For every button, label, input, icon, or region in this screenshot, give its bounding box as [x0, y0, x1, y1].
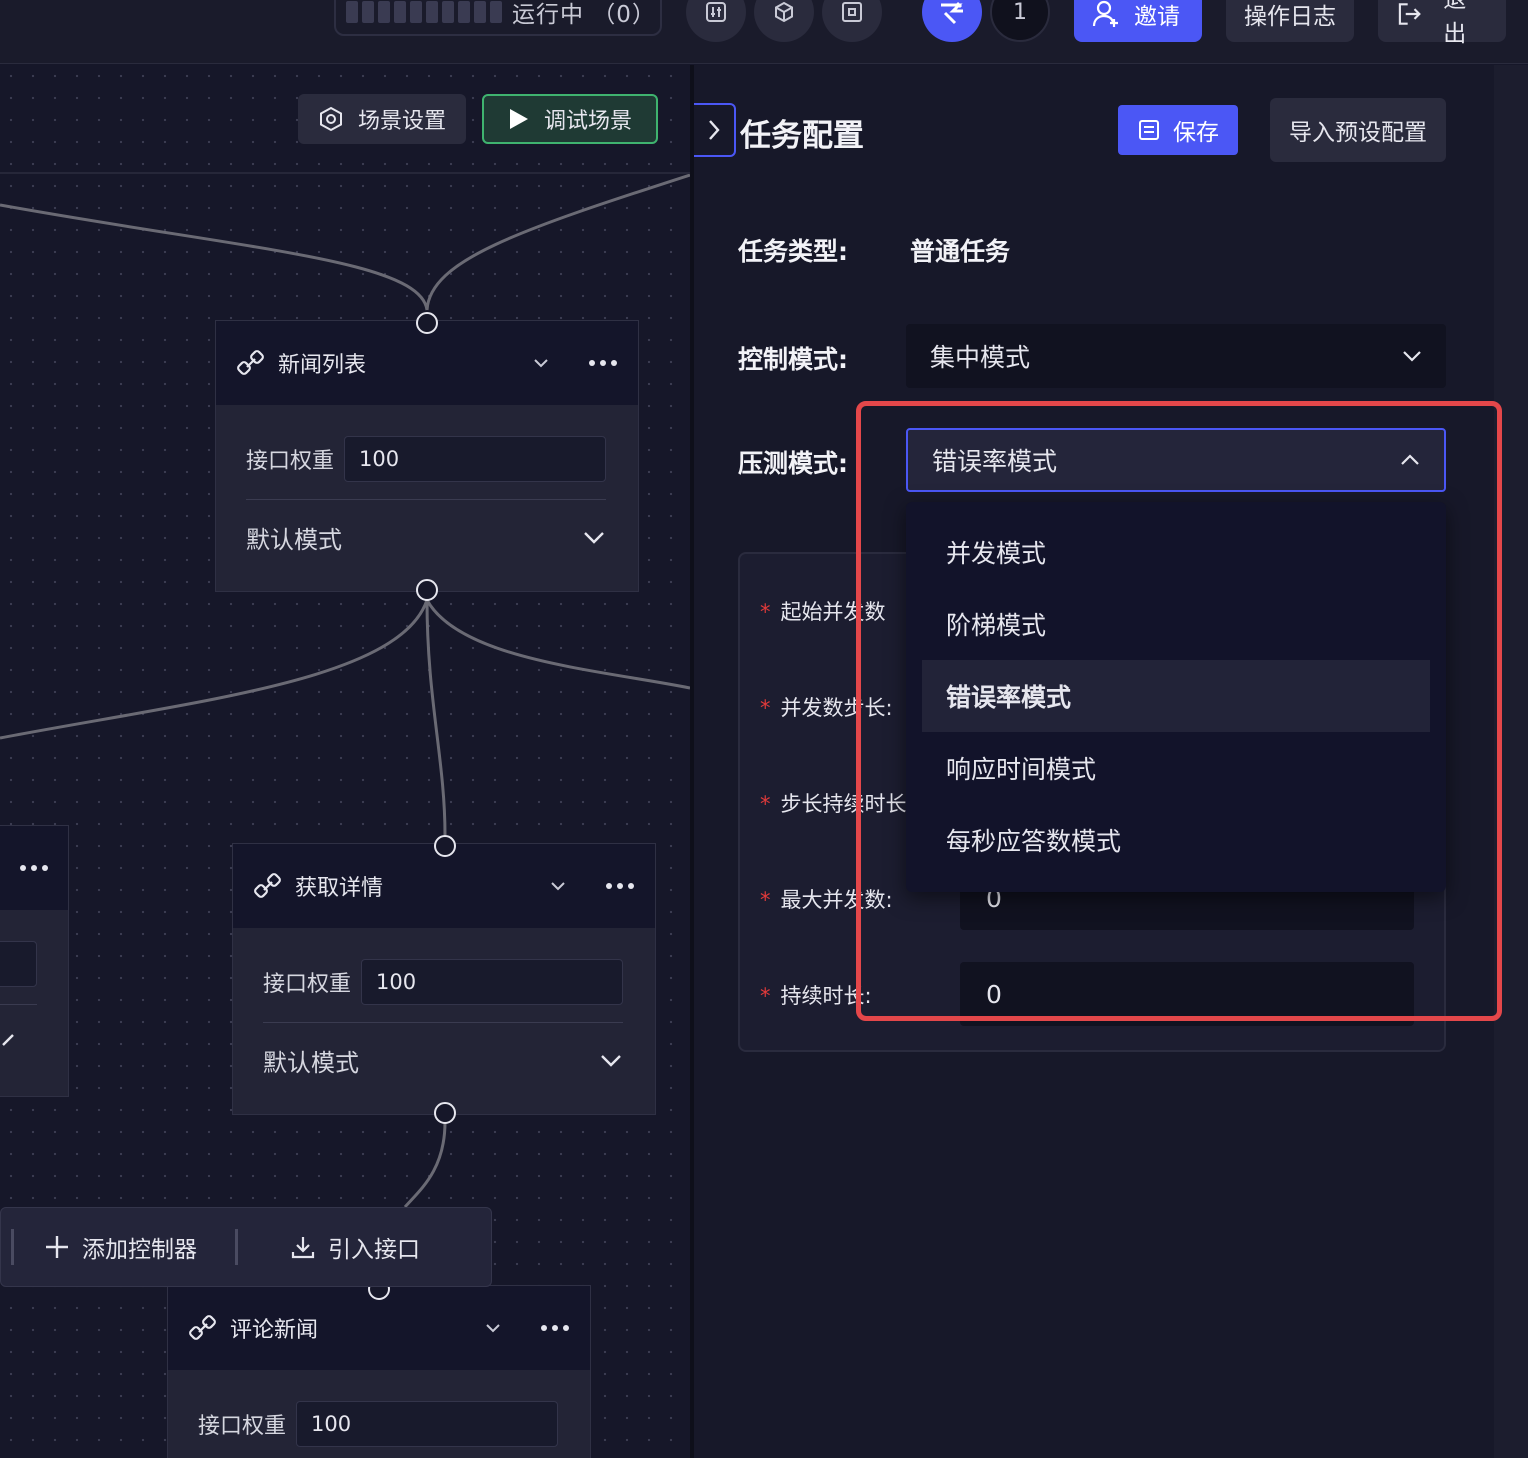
debug-scene-button[interactable]: 调试场景	[482, 94, 658, 144]
import-preset-button[interactable]: 导入预设配置	[1270, 98, 1446, 162]
node-input-port[interactable]	[416, 312, 438, 334]
more-icon[interactable]	[540, 1324, 570, 1332]
cube-icon	[775, 1, 793, 23]
node-divider	[263, 1022, 623, 1023]
mode-value: 默认模式	[246, 525, 342, 554]
node-output-port[interactable]	[416, 579, 438, 601]
edge-left-to-news-list	[0, 203, 429, 311]
more-icon[interactable]	[605, 882, 635, 890]
edge-news-list-to-right	[425, 599, 690, 690]
chevron-down-icon[interactable]	[532, 357, 550, 369]
mode-value: 默认模式	[263, 1048, 359, 1077]
operation-log-button[interactable]: 操作日志	[1226, 0, 1354, 42]
weight-input[interactable]: 100	[344, 436, 606, 482]
api-node-comment-news[interactable]: 评论新闻 接口权重 100	[167, 1285, 591, 1458]
api-node-get-details[interactable]: 获取详情 接口权重 100 默认模式	[232, 843, 656, 1115]
debug-scene-label: 调试场景	[543, 109, 632, 134]
control-mode-value: 集中模式	[930, 343, 1031, 372]
weight-row: 接口权重 100	[263, 959, 623, 1005]
canvas-toolbar-divider	[0, 172, 690, 174]
logout-button[interactable]: 退出	[1378, 0, 1506, 47]
annotation-highlight-box	[856, 401, 1502, 1021]
node-divider	[246, 499, 606, 500]
weight-label: 接口权重	[246, 449, 335, 474]
scene-settings-button[interactable]: 场景设置	[298, 94, 466, 144]
canvas-bottom-toolbar: 添加控制器 引入接口	[0, 1207, 492, 1287]
stress-mode-label: 压测模式:	[738, 449, 848, 478]
link-icon	[189, 1315, 216, 1340]
edge-right-to-news-list	[425, 173, 690, 311]
weight-input[interactable]	[0, 941, 37, 987]
download-icon	[291, 1237, 315, 1259]
chevron-down-icon	[584, 532, 604, 544]
chevron-down-icon[interactable]	[484, 1322, 502, 1334]
control-mode-label: 控制模式:	[738, 345, 848, 374]
sliders-icon	[706, 2, 726, 22]
chevron-down-icon[interactable]	[549, 880, 567, 892]
weight-label: 接口权重	[198, 1414, 287, 1439]
more-icon[interactable]	[19, 864, 49, 872]
chevron-down-icon	[601, 1055, 621, 1067]
collapse-panel-button[interactable]	[694, 103, 736, 157]
node-header	[0, 826, 68, 910]
weight-row: 接口权重 100	[198, 1401, 558, 1447]
mode-select[interactable]: 默认模式	[246, 517, 606, 557]
plus-icon	[46, 1236, 68, 1258]
task-type-value: 普通任务	[910, 237, 1011, 266]
save-label: 保存	[1173, 120, 1219, 146]
weight-input[interactable]: 100	[296, 1401, 558, 1447]
node-input-port[interactable]	[434, 835, 456, 857]
task-type-label: 任务类型:	[738, 237, 848, 266]
edge-news-list-to-left	[0, 599, 429, 740]
import-api-label: 引入接口	[328, 1237, 420, 1263]
invite-button[interactable]: 邀请	[1074, 0, 1202, 42]
node-divider	[0, 1004, 37, 1005]
weight-label: 接口权重	[263, 972, 352, 997]
frame-icon	[842, 2, 862, 22]
play-icon	[509, 109, 528, 129]
chevron-down-icon	[2, 1034, 14, 1046]
link-icon	[237, 350, 264, 375]
weight-row: 接口权重 100	[246, 436, 606, 482]
invite-label: 邀请	[1134, 4, 1180, 30]
edge-news-list-to-details	[425, 599, 447, 836]
node-title: 评论新闻	[230, 1318, 319, 1343]
more-icon[interactable]	[588, 359, 618, 367]
link-icon	[254, 873, 281, 898]
weight-input[interactable]: 100	[361, 959, 623, 1005]
chevron-right-icon	[709, 120, 720, 140]
control-mode-select[interactable]: 集中模式	[906, 324, 1446, 388]
node-output-port[interactable]	[434, 1102, 456, 1124]
logout-icon	[1398, 3, 1421, 25]
logout-label: 退出	[1443, 0, 1467, 47]
panel-title: 任务配置	[740, 118, 864, 154]
toolbar-separator	[235, 1229, 238, 1265]
save-button[interactable]: 保存	[1118, 105, 1238, 155]
add-controller-label: 添加控制器	[82, 1237, 197, 1263]
settings-hexagon-icon	[319, 106, 342, 132]
add-user-icon	[1092, 0, 1118, 27]
node-title: 获取详情	[295, 876, 384, 901]
toolbar-separator	[11, 1229, 14, 1265]
api-node-partial[interactable]	[0, 825, 69, 1097]
import-api-button[interactable]: 引入接口	[290, 1230, 420, 1264]
scene-settings-label: 场景设置	[357, 109, 446, 134]
duration-label: * 持续时长:	[760, 984, 872, 1008]
mode-select[interactable]: 默认模式	[263, 1040, 623, 1080]
brand-logo-icon	[941, 1, 963, 25]
edge-details-to-comment	[403, 1121, 447, 1208]
chevron-down-icon	[1403, 351, 1421, 362]
add-controller-button[interactable]: 添加控制器	[44, 1230, 197, 1264]
api-node-news-list[interactable]: 新闻列表 接口权重 100 默认模式	[215, 320, 639, 592]
save-icon	[1139, 120, 1159, 140]
node-title: 新闻列表	[278, 353, 367, 378]
